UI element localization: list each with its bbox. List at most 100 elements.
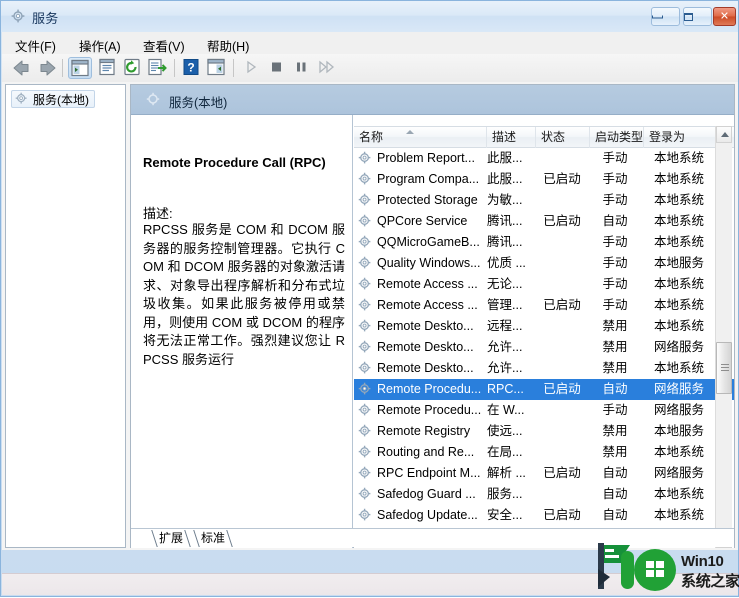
cell-log-on-as: 本地系统 [653, 445, 704, 459]
scrollbar-grip-icon [721, 364, 729, 372]
cell-status: 已启动 [543, 466, 581, 480]
table-row[interactable]: Remote Deskto... 允许... 禁用 本地系统 [354, 358, 734, 379]
sort-ascending-icon [406, 130, 414, 134]
cell-description: 允许... [487, 361, 523, 375]
cell-status [536, 148, 588, 169]
service-gear-icon [358, 193, 373, 208]
list-column-headers: 名称 描述 状态 启动类型 登录为 [354, 126, 734, 148]
services-gear-icon [11, 9, 27, 25]
service-detail-pane: Remote Procedure Call (RPC) 描述: RPCSS 服务… [131, 115, 353, 548]
cell-startup-type: 自动 [602, 487, 628, 501]
cell-status [536, 316, 588, 337]
maximize-button[interactable] [683, 7, 712, 26]
table-row[interactable]: Routing and Re... 在局... 禁用 本地系统 [354, 442, 734, 463]
main-body: 服务(本地) 服务(本地) Remote Procedure Call (RPC… [2, 82, 738, 550]
cell-log-on-as: 本地系统 [653, 151, 704, 165]
service-gear-icon [358, 235, 373, 250]
list-vertical-scrollbar[interactable] [715, 126, 732, 548]
cell-startup-type: 手动 [602, 277, 628, 291]
close-button[interactable]: ✕ [713, 7, 736, 26]
cell-name: Remote Deskto... [377, 340, 474, 354]
status-bar [2, 573, 738, 595]
cell-status: 已启动 [543, 214, 581, 228]
cell-log-on-as: 本地系统 [653, 193, 704, 207]
cell-description: 在 W... [487, 403, 525, 417]
tree-item-services-local[interactable]: 服务(本地) [11, 90, 95, 108]
tab-standard[interactable]: 标准 [197, 530, 229, 547]
menu-help[interactable]: 帮助(H) [202, 35, 254, 56]
table-row[interactable]: QPCore Service 腾讯... 已启动 自动 本地系统 [354, 211, 734, 232]
content-header: 服务(本地) [131, 85, 734, 115]
cell-status [536, 337, 588, 358]
cell-status [536, 358, 588, 379]
service-gear-icon [358, 151, 373, 166]
service-gear-icon [358, 319, 373, 334]
service-gear-icon [358, 445, 373, 460]
column-name-label: 名称 [359, 130, 384, 144]
toolbar-separator-2 [174, 59, 175, 77]
cell-status [536, 253, 588, 274]
description-text: RPCSS 服务是 COM 和 DCOM 服务器的服务控制管理器。它执行 COM… [143, 222, 345, 367]
table-row[interactable]: Remote Registry 使远... 禁用 本地服务 [354, 421, 734, 442]
cell-status [536, 484, 588, 505]
table-row[interactable]: Program Compa... 此服... 已启动 手动 本地系统 [354, 169, 734, 190]
menu-view[interactable]: 查看(V) [138, 35, 190, 56]
forward-arrow-icon[interactable] [35, 57, 59, 79]
minimize-button[interactable] [651, 7, 680, 26]
cell-description: 此服... [487, 172, 523, 186]
show-console-tree-icon[interactable] [68, 57, 92, 79]
restart-service-icon [314, 57, 338, 79]
table-row[interactable]: Remote Deskto... 允许... 禁用 网络服务 [354, 337, 734, 358]
cell-description: 安全... [487, 508, 523, 522]
cell-status: 已启动 [543, 382, 581, 396]
cell-description: 腾讯... [487, 235, 523, 249]
cell-description: 远程... [487, 319, 523, 333]
cell-startup-type: 手动 [602, 235, 628, 249]
table-row[interactable]: Safedog Update... 安全... 已启动 自动 本地系统 [354, 505, 734, 526]
properties-icon[interactable] [96, 57, 120, 79]
cell-log-on-as: 本地服务 [653, 424, 704, 438]
cell-startup-type: 手动 [602, 151, 628, 165]
cell-name: Remote Procedu... [377, 403, 482, 417]
services-window: 服务 ✕ 文件(F) 操作(A) 查看(V) 帮助(H) ? 服务(本地) 服务… [0, 0, 739, 597]
menu-action[interactable]: 操作(A) [74, 35, 126, 56]
cell-name: Remote Deskto... [377, 361, 474, 375]
scroll-up-button[interactable] [716, 126, 732, 143]
tab-extended[interactable]: 扩展 [155, 530, 187, 547]
cell-log-on-as: 本地服务 [653, 256, 704, 270]
close-icon: ✕ [719, 10, 730, 22]
cell-description: 使远... [487, 424, 523, 438]
show-action-pane-icon[interactable] [205, 57, 229, 79]
table-row[interactable]: Remote Procedu... RPC... 已启动 自动 网络服务 [354, 379, 734, 400]
cell-description: 管理... [487, 298, 523, 312]
table-row[interactable]: Remote Procedu... 在 W... 手动 网络服务 [354, 400, 734, 421]
refresh-icon[interactable] [121, 57, 145, 79]
table-row[interactable]: Remote Deskto... 远程... 禁用 本地系统 [354, 316, 734, 337]
stop-service-icon [265, 57, 289, 79]
cell-status: 已启动 [543, 508, 581, 522]
back-arrow-icon[interactable] [10, 57, 34, 79]
table-row[interactable]: Quality Windows... 优质 ... 手动 本地服务 [354, 253, 734, 274]
table-row[interactable]: RPC Endpoint M... 解析 ... 已启动 自动 网络服务 [354, 463, 734, 484]
table-row[interactable]: Problem Report... 此服... 手动 本地系统 [354, 148, 734, 169]
help-icon[interactable]: ? [180, 57, 204, 79]
table-row[interactable]: QQMicroGameB... 腾讯... 手动 本地系统 [354, 232, 734, 253]
column-name[interactable]: 名称 [354, 127, 487, 148]
service-gear-icon [358, 403, 373, 418]
menu-file[interactable]: 文件(F) [10, 35, 61, 56]
cell-startup-type: 自动 [602, 466, 628, 480]
description-label: 描述: [143, 206, 173, 221]
export-list-icon[interactable] [146, 57, 170, 79]
cell-status [536, 421, 588, 442]
column-startup-type[interactable]: 启动类型 [590, 127, 644, 148]
table-row[interactable]: Remote Access ... 无论... 手动 本地系统 [354, 274, 734, 295]
column-description[interactable]: 描述 [487, 127, 536, 148]
table-row[interactable]: Remote Access ... 管理... 已启动 手动 本地系统 [354, 295, 734, 316]
services-row-container: Problem Report... 此服... 手动 本地系统 Program Comp… [354, 148, 734, 547]
column-status[interactable]: 状态 [536, 127, 590, 148]
cell-startup-type: 手动 [602, 172, 628, 186]
scrollbar-thumb[interactable] [716, 342, 732, 394]
column-log-on-as[interactable]: 登录为 [644, 127, 715, 148]
table-row[interactable]: Safedog Guard ... 服务... 自动 本地系统 [354, 484, 734, 505]
table-row[interactable]: Protected Storage 为敏... 手动 本地系统 [354, 190, 734, 211]
